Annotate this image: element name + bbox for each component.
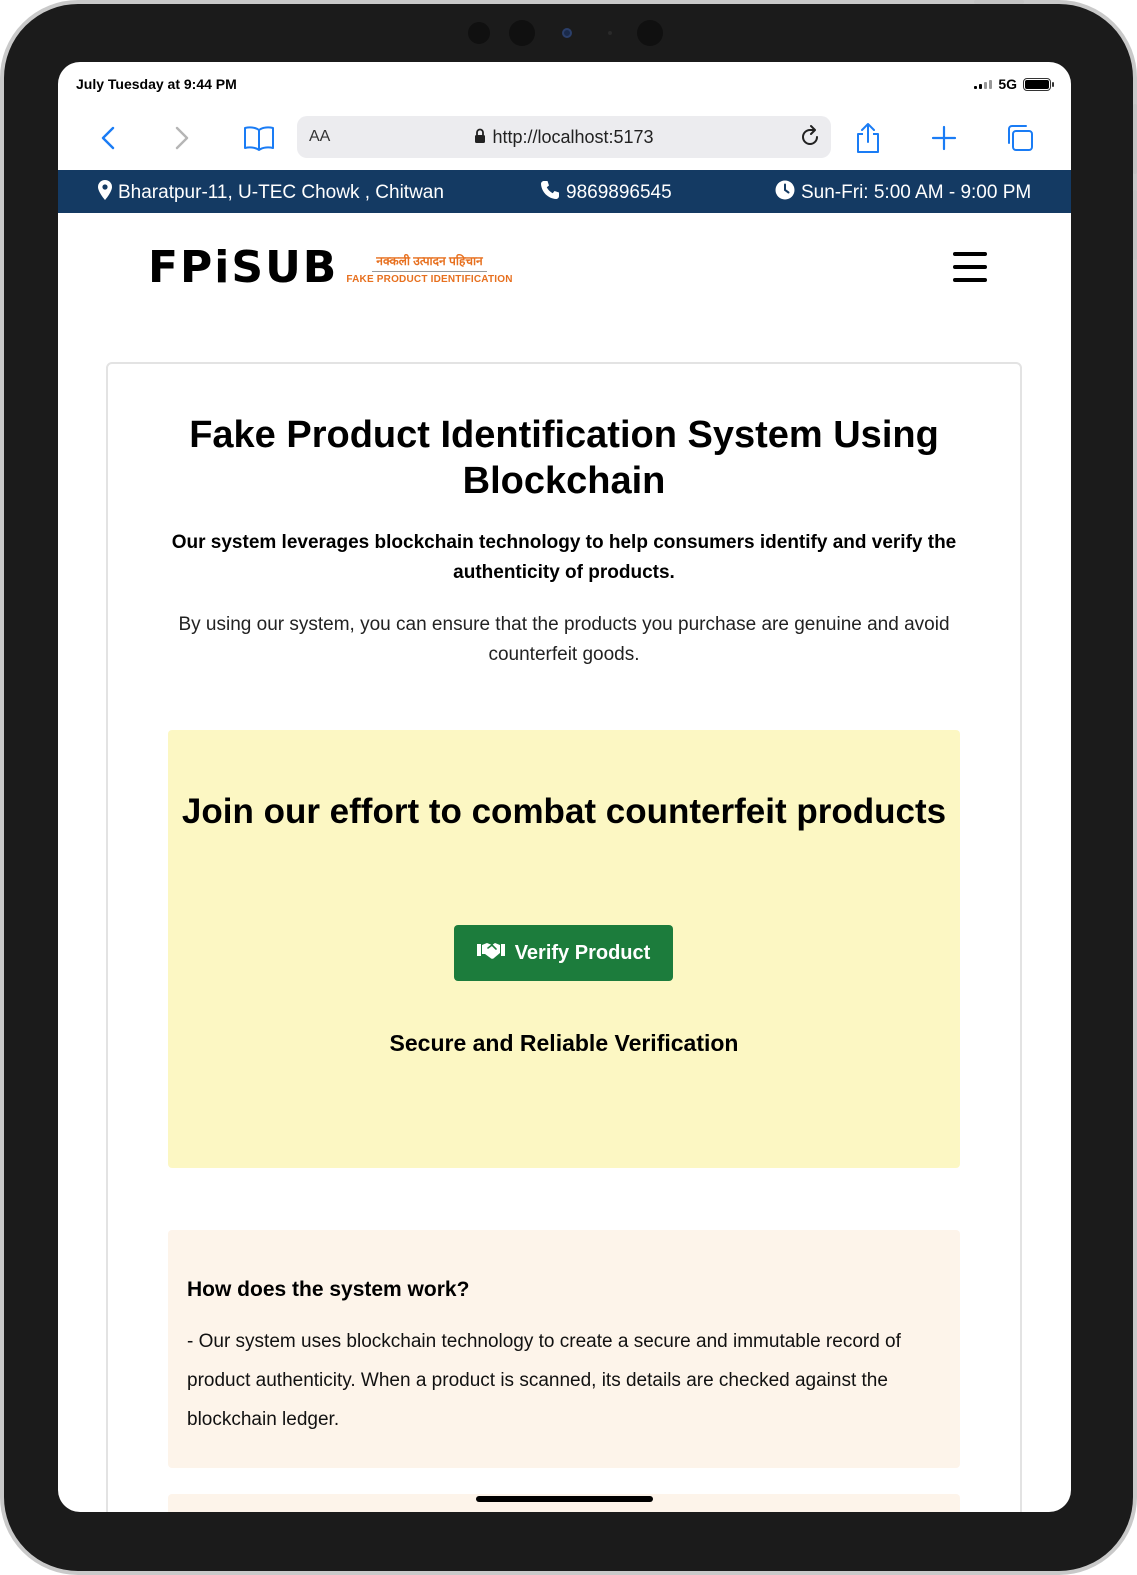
hero-description: By using our system, you can ensure that… bbox=[178, 614, 950, 665]
status-time: July Tuesday at 9:44 PM bbox=[76, 76, 237, 92]
phone-info[interactable]: 9869896545 bbox=[540, 180, 672, 206]
battery-icon bbox=[1023, 77, 1054, 91]
site-logo[interactable]: FPiSUB नक्कली उत्पादन पहिचान FAKE PRODUC… bbox=[148, 246, 513, 290]
contact-info-bar: Bharatpur-11, U-TEC Chowk , Chitwan 9869… bbox=[58, 170, 1071, 213]
map-pin-icon bbox=[98, 180, 112, 206]
phone-icon bbox=[540, 180, 560, 206]
power-button bbox=[974, 0, 1024, 4]
logo-tagline: नक्कली उत्पादन पहिचान FAKE PRODUCT IDENT… bbox=[346, 252, 512, 285]
forward-icon[interactable] bbox=[164, 120, 200, 156]
screen: July Tuesday at 9:44 PM 5G AA http://loc… bbox=[58, 62, 1071, 1512]
cta-tagline: Secure and Reliable Verification bbox=[389, 1030, 739, 1056]
signal-icon bbox=[974, 79, 993, 89]
new-tab-icon[interactable] bbox=[926, 120, 962, 156]
sensor bbox=[468, 22, 490, 44]
url-display[interactable]: http://localhost:5173 bbox=[297, 127, 831, 149]
bookmarks-icon[interactable] bbox=[241, 120, 277, 156]
reload-icon[interactable] bbox=[797, 124, 823, 155]
cta-heading: Join our effort to combat counterfeit pr… bbox=[181, 792, 947, 831]
cta-section: Join our effort to combat counterfeit pr… bbox=[168, 730, 960, 1168]
faq-item: How does the system work? - Our system u… bbox=[168, 1230, 960, 1468]
lock-icon bbox=[474, 128, 486, 149]
sensor bbox=[637, 20, 663, 46]
status-bar: July Tuesday at 9:44 PM 5G bbox=[58, 62, 1071, 104]
volume-down-button bbox=[1133, 190, 1137, 260]
sensor bbox=[509, 20, 535, 46]
menu-icon[interactable] bbox=[953, 252, 987, 282]
tabs-icon[interactable] bbox=[1002, 120, 1038, 156]
verify-product-label: Verify Product bbox=[514, 941, 651, 964]
phone-number: 9869896545 bbox=[566, 182, 672, 203]
hours-text: Sun-Fri: 5:00 AM - 9:00 PM bbox=[801, 182, 1032, 203]
url-text: http://localhost:5173 bbox=[492, 127, 654, 147]
logo-tagline-english: FAKE PRODUCT IDENTIFICATION bbox=[346, 273, 513, 285]
home-indicator[interactable] bbox=[476, 1496, 653, 1502]
site-navbar: FPiSUB नक्कली उत्पादन पहिचान FAKE PRODUC… bbox=[58, 213, 1071, 323]
sensor-dot bbox=[608, 31, 612, 35]
verify-product-button[interactable]: Verify Product bbox=[454, 925, 673, 981]
status-indicators: 5G bbox=[974, 76, 1054, 92]
front-camera bbox=[562, 28, 572, 38]
main-card: Fake Product Identification System Using… bbox=[106, 362, 1022, 1512]
back-icon[interactable] bbox=[90, 120, 126, 156]
logo-tagline-hindi: नक्कली उत्पादन पहिचान bbox=[372, 252, 487, 272]
address-bar[interactable]: AA http://localhost:5173 bbox=[297, 116, 831, 158]
faq-question: How does the system work? bbox=[187, 1278, 470, 1301]
clock-icon bbox=[775, 180, 795, 206]
address-text: Bharatpur-11, U-TEC Chowk , Chitwan bbox=[118, 182, 444, 203]
hero-subtitle: Our system leverages blockchain technolo… bbox=[171, 532, 957, 583]
browser-toolbar: AA http://localhost:5173 bbox=[58, 104, 1071, 170]
handshake-icon bbox=[476, 940, 505, 966]
volume-up-button bbox=[1133, 104, 1137, 174]
address-info: Bharatpur-11, U-TEC Chowk , Chitwan bbox=[98, 180, 444, 206]
share-icon[interactable] bbox=[850, 120, 886, 156]
faq-answer: - Our system uses blockchain technology … bbox=[187, 1331, 901, 1430]
hero-title: Fake Product Identification System Using… bbox=[189, 414, 939, 502]
hours-info: Sun-Fri: 5:00 AM - 9:00 PM bbox=[775, 180, 1031, 206]
network-label: 5G bbox=[998, 76, 1017, 92]
logo-wordmark: FPiSUB bbox=[148, 242, 339, 293]
